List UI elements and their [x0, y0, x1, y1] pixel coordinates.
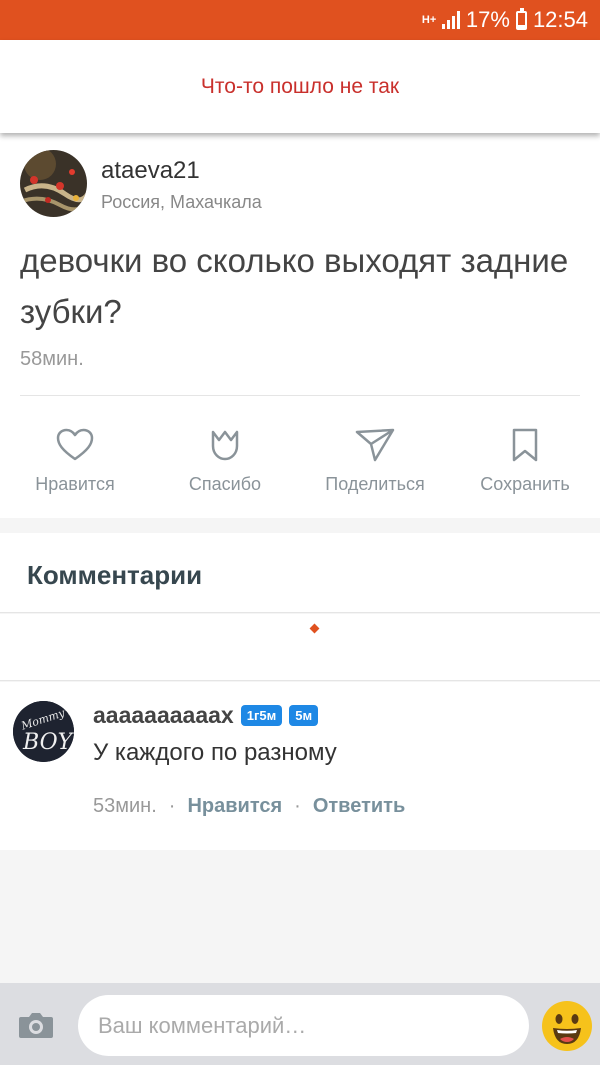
divider — [20, 395, 580, 396]
clock: 12:54 — [532, 7, 588, 32]
comment-meta: 53мин. · Нравится · Ответить — [93, 795, 405, 818]
post-time: 58мин. — [20, 348, 84, 370]
smiley-icon — [542, 1001, 592, 1051]
avatar-text: BOY — [22, 730, 74, 755]
comment-time: 53мин. — [93, 795, 157, 817]
share-label: Поделиться — [325, 474, 425, 494]
status-bar-right: H+ 17% 12:54 — [422, 7, 588, 33]
comment-like-button[interactable]: Нравится — [187, 795, 282, 818]
comment-item: Mommy's BOY аааааааааах 1г5м 5м У каждог… — [0, 682, 600, 850]
signal-icon — [441, 11, 460, 29]
post-actions: Нравится Спасибо Поделиться Сохранить — [0, 428, 600, 508]
paper-plane-icon — [355, 428, 395, 462]
comment-input[interactable] — [78, 995, 529, 1056]
commenter-row: аааааааааах 1г5м 5м — [93, 702, 319, 729]
post-text: девочки во сколько выходят задние зубки? — [20, 242, 569, 330]
commenter-name[interactable]: аааааааааах — [93, 702, 234, 729]
thanks-label: Спасибо — [188, 474, 262, 494]
comment-text: У каждого по разному — [93, 739, 337, 766]
author-name[interactable]: ataeva21 — [101, 157, 200, 185]
child-age-badge: 5м — [289, 705, 319, 726]
status-bar: H+ 17% 12:54 — [0, 0, 600, 40]
comment-composer — [0, 983, 600, 1065]
heart-icon — [56, 428, 94, 461]
author-avatar[interactable] — [20, 150, 87, 217]
camera-button[interactable] — [18, 1011, 54, 1044]
bookmark-icon — [512, 428, 538, 462]
comments-header: Комментарии — [0, 533, 600, 613]
loading-indicator-icon — [309, 623, 320, 634]
battery-icon — [515, 7, 527, 30]
battery-percent: 17% — [465, 7, 510, 32]
comment-input-wrapper — [78, 995, 529, 1056]
share-button[interactable]: Поделиться — [300, 428, 450, 495]
author-location: Россия, Махачкала — [101, 192, 262, 212]
thanks-button[interactable]: Спасибо — [150, 428, 300, 495]
save-button[interactable]: Сохранить — [450, 428, 600, 495]
network-type-icon: H+ — [421, 14, 437, 26]
like-button[interactable]: Нравится — [0, 428, 150, 495]
emoji-button[interactable] — [541, 1000, 593, 1057]
separator: · — [294, 795, 301, 817]
comment-reply-button[interactable]: Ответить — [313, 795, 405, 818]
save-label: Сохранить — [480, 474, 570, 494]
post-card: ataeva21 Россия, Махачкала девочки во ск… — [0, 133, 600, 518]
error-banner: Что-то пошло не так — [0, 40, 600, 133]
like-label: Нравится — [35, 474, 115, 494]
error-message: Что-то пошло не так — [200, 74, 400, 98]
comments-title: Комментарии — [27, 560, 203, 590]
separator: · — [168, 795, 176, 817]
camera-icon — [19, 1013, 53, 1038]
commenter-avatar[interactable]: Mommy's BOY — [13, 701, 74, 762]
loading-area — [0, 614, 600, 681]
child-age-badge: 1г5м — [240, 705, 283, 726]
tulip-icon — [211, 430, 239, 461]
